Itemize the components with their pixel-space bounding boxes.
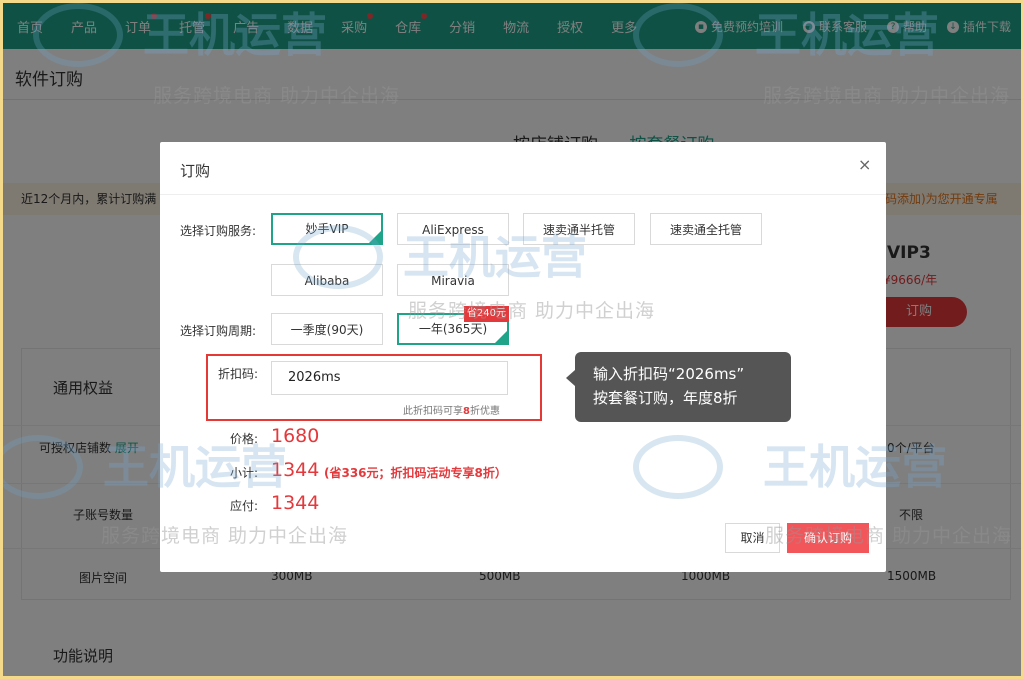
savings-note: (省336元；折扣码活动专享8折）	[324, 466, 507, 480]
savings-badge: 省240元	[463, 306, 509, 322]
app-frame: 首页 产品 订单 托管 广告 数据 采购 仓库 分销 物流 授权 更多 ▪免费预…	[3, 3, 1021, 676]
service-option-miravia[interactable]: Miravia	[397, 264, 509, 296]
service-option-ae-full-managed[interactable]: 速卖通全托管	[650, 213, 762, 245]
cancel-button[interactable]: 取消	[725, 523, 780, 553]
highlight-box	[206, 354, 542, 421]
payable-label: 应付:	[230, 499, 259, 513]
service-option-miaoshou-vip[interactable]: 妙手VIP	[271, 213, 383, 245]
dialog-title: 订购	[180, 162, 211, 180]
price-value: 1680	[271, 425, 320, 447]
payable-value: 1344	[271, 492, 320, 514]
tooltip-line-1: 输入折扣码“2026ms”	[593, 365, 745, 383]
subtotal-value: 1344	[271, 459, 320, 481]
confirm-order-button[interactable]: 确认订购	[787, 523, 869, 553]
service-option-ae-semi-managed[interactable]: 速卖通半托管	[523, 213, 635, 245]
dialog-divider	[160, 194, 886, 195]
service-option-alibaba[interactable]: Alibaba	[271, 264, 383, 296]
service-option-aliexpress[interactable]: AliExpress	[397, 213, 509, 245]
close-icon[interactable]: ×	[858, 155, 871, 174]
period-option-year[interactable]: 一年(365天) 省240元	[397, 306, 509, 345]
annotation-tooltip: 输入折扣码“2026ms” 按套餐订购，年度8折	[566, 352, 791, 422]
period-option-quarter[interactable]: 一季度(90天)	[271, 313, 383, 345]
price-label: 价格:	[230, 432, 259, 446]
tooltip-line-2: 按套餐订购，年度8折	[593, 389, 738, 407]
period-label: 选择订购周期:	[180, 324, 257, 338]
subtotal-label: 小计:	[230, 466, 259, 480]
service-label: 选择订购服务:	[180, 224, 257, 238]
